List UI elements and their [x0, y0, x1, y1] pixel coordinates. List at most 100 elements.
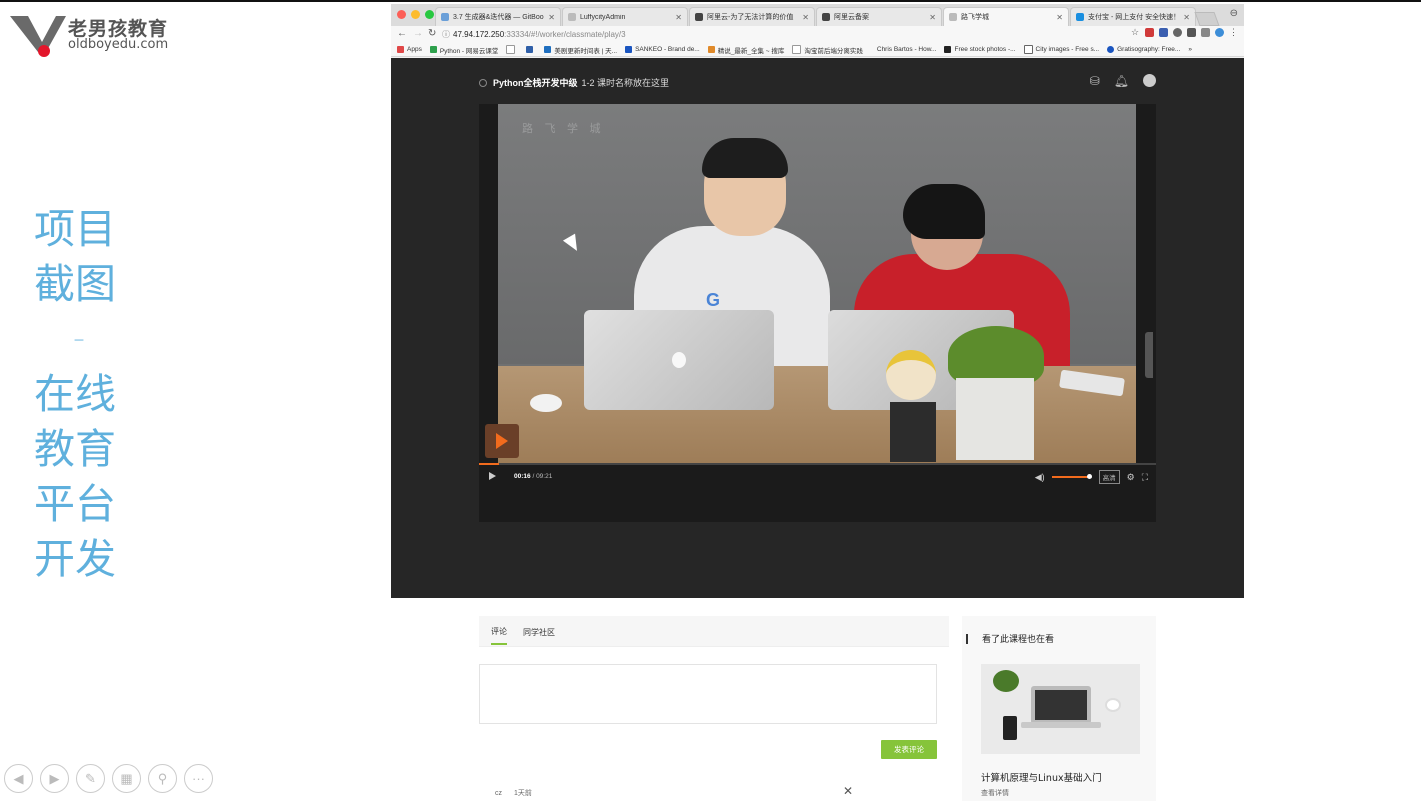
tab-luffycity[interactable]: 路飞学城 ✕ — [943, 7, 1069, 26]
close-tab-icon[interactable]: ✕ — [548, 13, 555, 22]
player-right-controls: ◀) 高清 ⚙ ⛶ — [1035, 470, 1148, 484]
comment-user: cz — [495, 790, 502, 797]
bookmark-item[interactable]: 精说_最新_全集 ~ 搜库 — [707, 45, 784, 55]
tab-aliyun[interactable]: 阿里云-为了无法计算的价值 ✕ — [689, 7, 815, 26]
reload-icon[interactable]: ↻ — [428, 28, 436, 39]
tab-aliyun-beian[interactable]: 阿里云备案 ✕ — [816, 7, 942, 26]
extension-icon[interactable] — [1145, 28, 1154, 37]
next-icon[interactable]: ▶ — [40, 764, 69, 793]
minimize-window-button[interactable] — [411, 10, 420, 19]
extension-icon[interactable] — [1201, 28, 1210, 37]
url-host: 47.94.172.250 — [453, 30, 505, 39]
big-play-button[interactable] — [485, 424, 519, 458]
close-window-button[interactable] — [397, 10, 406, 19]
player-controls: 00:16 / 09:21 ◀) 高清 ⚙ ⛶ — [479, 465, 1156, 487]
view-details-link[interactable]: 查看详情 — [981, 788, 1009, 798]
profile-icon[interactable]: ⊖ — [1230, 8, 1238, 19]
prev-icon[interactable]: ◀ — [4, 764, 33, 793]
zoom-icon[interactable]: ⚲ — [148, 764, 177, 793]
breadcrumb: Python全栈开发中级 1-2 课时名称放在这里 — [479, 76, 669, 89]
bookmarks-bar: Apps Python - 网易云课堂 美剧更新时间表 | 天... SANKE… — [391, 43, 1244, 57]
avatar[interactable] — [1143, 74, 1156, 87]
aliyun-icon — [695, 13, 703, 21]
bookmark-item[interactable]: 美剧更新时间表 | 天... — [544, 45, 617, 55]
related-course-title[interactable]: 计算机原理与Linux基础入门 — [981, 770, 1102, 784]
laptop — [1031, 686, 1091, 724]
close-tab-icon[interactable]: ✕ — [1056, 13, 1063, 22]
bookmark-item[interactable]: Free stock photos -... — [944, 46, 1016, 53]
quality-button[interactable]: 高清 — [1098, 470, 1120, 484]
bookmark-icon — [1107, 46, 1115, 53]
maximize-window-button[interactable] — [425, 10, 434, 19]
slides-icon[interactable]: ▦ — [112, 764, 141, 793]
course-player-page: Python全栈开发中级 1-2 课时名称放在这里 ⛁ 🔔︎ 路 飞 学 城 G — [391, 58, 1244, 598]
presenter-hair — [702, 138, 788, 178]
shirt-logo: G — [706, 290, 721, 310]
close-tab-icon[interactable]: ✕ — [1183, 13, 1190, 22]
pen-icon[interactable]: ✎ — [76, 764, 105, 793]
title-line: 平台 — [34, 480, 116, 528]
bookmark-item[interactable]: Gratisography: Free... — [1107, 46, 1180, 53]
close-icon[interactable]: ✕ — [843, 784, 853, 798]
bookmark-icon — [429, 46, 437, 53]
tab-gitbook[interactable]: 3.7 生成器&迭代器 — GitBoo ✕ — [435, 7, 561, 26]
bookmarks-more[interactable]: » — [1188, 46, 1192, 53]
laptop — [584, 310, 774, 410]
comment-input[interactable] — [479, 664, 937, 724]
fullscreen-icon[interactable]: ⛶ — [1142, 472, 1148, 483]
phone — [1003, 716, 1017, 740]
book-icon[interactable]: ⛁ — [1090, 74, 1100, 88]
volume-icon[interactable]: ◀) — [1035, 472, 1045, 483]
back-icon[interactable]: ← — [397, 28, 407, 39]
volume-knob[interactable] — [1086, 474, 1092, 479]
course-thumbnail[interactable] — [981, 664, 1140, 754]
video-player[interactable]: 路 飞 学 城 G 00:16 / 09:21 ◀) 高清 ⚙ ⛶ — [479, 104, 1156, 522]
lesson-title: 1-2 课时名称放在这里 — [581, 78, 670, 88]
plant — [948, 326, 1044, 386]
close-tab-icon[interactable]: ✕ — [929, 13, 936, 22]
bookmark-apps[interactable]: Apps — [397, 46, 422, 53]
extension-icon[interactable] — [1173, 28, 1182, 37]
back-circle-icon[interactable] — [479, 78, 487, 87]
bookmark-item[interactable]: 淘宝前后端分离实践 — [792, 45, 863, 55]
plant-pot — [956, 378, 1034, 460]
bookmark-item[interactable]: City images - Free s... — [1023, 45, 1099, 54]
bookmark-item[interactable]: Chris Bartos - How... — [877, 46, 937, 53]
bell-icon[interactable]: 🔔︎ — [1114, 74, 1129, 88]
bookmark-icon — [544, 46, 552, 53]
plant — [993, 670, 1019, 692]
video-frame[interactable]: 路 飞 学 城 G — [498, 104, 1136, 463]
menu-icon[interactable]: ⋮ — [1229, 28, 1238, 37]
side-panel-handle[interactable] — [1145, 332, 1153, 378]
address-bar[interactable]: ⓘ 47.94.172.250:33334/#!/worker/classmat… — [442, 28, 1122, 41]
more-icon[interactable]: ··· — [184, 764, 213, 793]
extension-icon[interactable] — [1215, 28, 1224, 37]
bookmark-item[interactable]: Python - 网易云课堂 — [429, 45, 498, 55]
bookmark-item[interactable] — [506, 45, 518, 54]
close-tab-icon[interactable]: ✕ — [675, 13, 682, 22]
laptop-base — [1021, 722, 1101, 728]
star-icon[interactable]: ☆ — [1131, 28, 1140, 37]
tab-luffycity-admin[interactable]: LuffycityAdmin ✕ — [562, 7, 688, 26]
bookmark-item[interactable] — [526, 46, 536, 53]
tab-title: 3.7 生成器&迭代器 — GitBoo — [453, 14, 544, 21]
extension-icon[interactable] — [1159, 28, 1168, 37]
tab-title: 阿里云-为了无法计算的价值 — [707, 14, 794, 21]
slide-controls: ◀ ▶ ✎ ▦ ⚲ ··· — [4, 764, 213, 793]
gear-icon[interactable]: ⚙ — [1127, 472, 1135, 483]
tab-comments[interactable]: 评论 — [491, 618, 507, 645]
time-display: 00:16 / 09:21 — [514, 472, 553, 480]
tab-community[interactable]: 同学社区 — [523, 619, 555, 644]
extension-icon[interactable] — [1187, 28, 1196, 37]
bookmark-item[interactable]: SANKEO - Brand de... — [625, 46, 700, 53]
browser-toolbar: ← → ↻ ⓘ 47.94.172.250:33334/#!/worker/cl… — [391, 26, 1244, 44]
tab-alipay[interactable]: 支付宝 - 网上支付 安全快速！ ✕ — [1070, 7, 1196, 26]
forward-icon[interactable]: → — [413, 28, 423, 39]
post-comment-button[interactable]: 发表评论 — [881, 740, 937, 759]
close-tab-icon[interactable]: ✕ — [802, 13, 809, 22]
play-button[interactable] — [489, 472, 496, 480]
volume-slider[interactable] — [1051, 474, 1092, 479]
top-border — [0, 0, 1421, 2]
logo-v-icon — [10, 16, 66, 57]
new-tab-button[interactable] — [1194, 12, 1220, 26]
